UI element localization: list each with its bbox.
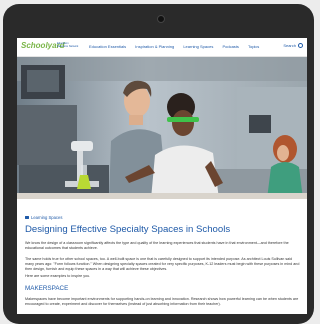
search-label: Search	[283, 43, 296, 48]
camera-dot	[157, 15, 165, 23]
menu-item-topics[interactable]: Topics	[248, 44, 259, 49]
site-header: Schoolyard Education Resource Network Ed…	[17, 38, 307, 57]
folder-icon	[25, 216, 29, 220]
article-title: Designing Effective Specialty Spaces in …	[25, 224, 231, 235]
menu-item-learning-spaces[interactable]: Learning Spaces	[183, 44, 213, 49]
section-heading: MAKERSPACE	[25, 285, 69, 292]
hero-image	[17, 57, 307, 199]
tablet-frame: Schoolyard Education Resource Network Ed…	[3, 4, 314, 324]
menu-item-education-essentials[interactable]: Education Essentials	[89, 44, 126, 49]
menu-item-inspiration-planning[interactable]: Inspiration & Planning	[135, 44, 174, 49]
article-paragraph: Makerspaces have become important enviro…	[25, 297, 299, 306]
category-label: Learning Spaces	[31, 215, 63, 220]
article-paragraph: We know the design of a classroom signif…	[25, 241, 289, 250]
category-link[interactable]: Learning Spaces	[25, 215, 62, 220]
browser-screen: Schoolyard Education Resource Network Ed…	[17, 38, 307, 314]
article-paragraph: The same holds true for other school spa…	[25, 257, 300, 271]
menu-item-podcasts[interactable]: Podcasts	[222, 44, 238, 49]
logo-tagline: Education Resource Network	[57, 42, 79, 48]
search-icon	[298, 43, 303, 49]
article-paragraph: Here are some examples to inspire you.	[25, 274, 91, 278]
search-button[interactable]: Search	[283, 43, 303, 49]
main-menu: Education Essentials Inspiration & Plann…	[89, 44, 267, 49]
